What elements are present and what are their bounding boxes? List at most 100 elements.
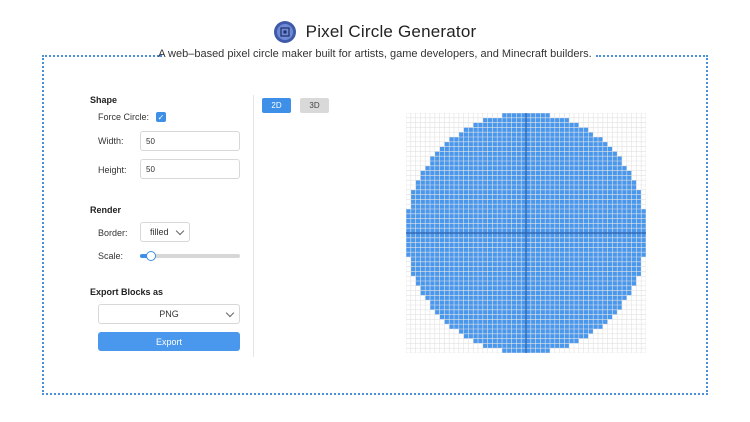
scale-slider-handle[interactable] [146, 251, 156, 261]
circle-pixel [521, 290, 526, 296]
circle-pixel [420, 237, 426, 243]
circle-pixel [482, 141, 488, 147]
circle-pixel [602, 300, 608, 305]
circle-pixel [511, 261, 517, 267]
circle-pixel [545, 122, 550, 128]
height-input[interactable]: 50 [140, 159, 240, 179]
scale-slider[interactable] [140, 251, 240, 261]
circle-pixel [636, 247, 642, 253]
circle-pixel [473, 199, 478, 205]
circle-pixel [473, 156, 478, 161]
circle-pixel [473, 242, 478, 248]
circle-pixel [468, 218, 474, 224]
circle-pixel [574, 122, 579, 128]
circle-pixel [574, 309, 579, 315]
export-format-select[interactable]: PNG [98, 304, 240, 324]
circle-pixel [449, 319, 454, 325]
circle-pixel [516, 333, 522, 339]
circle-pixel [463, 314, 469, 320]
circle-pixel [449, 170, 454, 176]
circle-pixel [540, 252, 546, 257]
circle-pixel [578, 132, 584, 137]
circle-pixel [617, 233, 622, 238]
circle-pixel [569, 156, 574, 161]
circle-pixel [607, 199, 613, 205]
circle-pixel [487, 132, 493, 137]
circle-pixel [468, 242, 474, 248]
circle-pixel [578, 141, 584, 147]
circle-pixel [636, 261, 642, 267]
circle-pixel [511, 113, 517, 118]
circle-pixel [425, 175, 430, 181]
circle-pixel [550, 271, 555, 277]
circle-pixel [574, 228, 579, 233]
circle-pixel [468, 309, 474, 315]
circle-pixel [535, 319, 541, 325]
circle-pixel [607, 242, 613, 248]
width-input[interactable]: 50 [140, 131, 240, 151]
circle-pixel [506, 257, 512, 262]
view-2d-button[interactable]: 2D [262, 98, 291, 113]
circle-pixel [439, 161, 445, 166]
circle-pixel [458, 213, 464, 219]
circle-pixel [511, 228, 517, 233]
circle-pixel [564, 257, 570, 262]
circle-pixel [526, 271, 531, 277]
circle-pixel [420, 209, 426, 214]
circle-pixel [516, 309, 522, 315]
circle-pixel [583, 165, 589, 171]
circle-pixel [449, 180, 454, 185]
circle-pixel [487, 161, 493, 166]
circle-pixel [612, 185, 618, 190]
app-header: Pixel Circle Generator [0, 20, 750, 44]
circle-pixel [574, 271, 579, 277]
circle-pixel [473, 165, 478, 171]
circle-pixel [482, 218, 488, 224]
circle-pixel [535, 228, 541, 233]
circle-pixel [506, 261, 512, 267]
circle-pixel [430, 295, 435, 301]
circle-pixel [545, 242, 550, 248]
circle-pixel [444, 261, 450, 267]
view-3d-button[interactable]: 3D [300, 98, 329, 113]
circle-pixel [439, 170, 445, 176]
circle-pixel [545, 218, 550, 224]
force-circle-checkbox[interactable]: ✓ [156, 112, 167, 122]
circle-pixel [550, 189, 555, 195]
circle-pixel [463, 209, 469, 214]
circle-pixel [574, 295, 579, 301]
export-button[interactable]: Export [98, 332, 240, 351]
circle-pixel [574, 333, 579, 339]
circle-pixel [593, 209, 598, 214]
circle-pixel [454, 161, 459, 166]
circle-pixel [506, 141, 512, 147]
circle-pixel [545, 209, 550, 214]
circle-pixel [463, 146, 469, 152]
circle-pixel [478, 324, 483, 329]
circle-pixel [602, 285, 608, 291]
circle-pixel [478, 141, 483, 147]
circle-pixel [444, 204, 450, 209]
circle-pixel [487, 146, 493, 152]
circle-pixel [554, 223, 560, 229]
circle-pixel [502, 132, 507, 137]
pixel-circle-canvas[interactable] [405, 112, 647, 354]
circle-pixel [487, 257, 493, 262]
circle-pixel [410, 252, 416, 257]
circle-pixel [554, 324, 560, 329]
circle-pixel [487, 156, 493, 161]
circle-pixel [626, 213, 632, 219]
circle-pixel [583, 204, 589, 209]
circle-pixel [434, 271, 440, 277]
circle-pixel [454, 156, 459, 161]
circle-pixel [497, 199, 502, 205]
circle-pixel [506, 271, 512, 277]
circle-pixel [478, 314, 483, 320]
circle-pixel [602, 295, 608, 301]
circle-pixel [497, 127, 502, 133]
circle-pixel [478, 209, 483, 214]
border-select[interactable]: filled [140, 222, 190, 242]
circle-pixel [559, 276, 565, 281]
circle-pixel [602, 237, 608, 243]
circle-pixel [439, 151, 445, 157]
